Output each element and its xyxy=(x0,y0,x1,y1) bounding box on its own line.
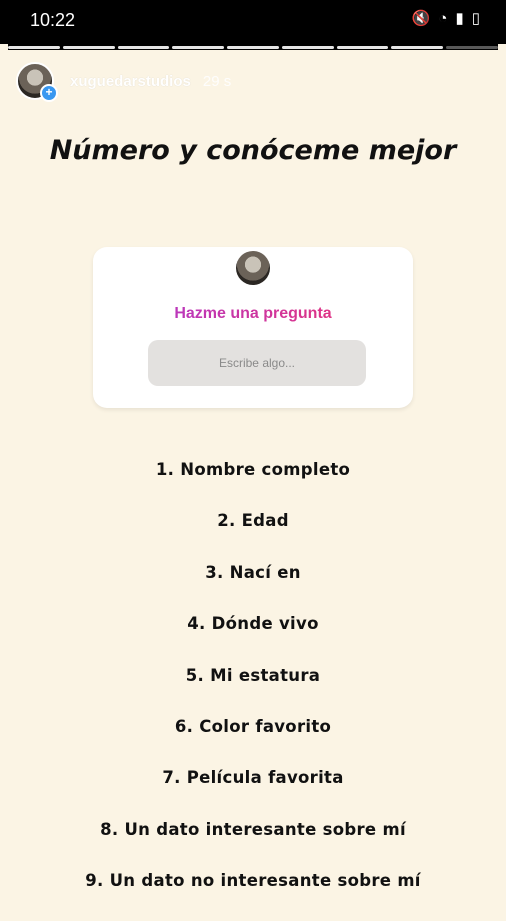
progress-segment xyxy=(8,46,60,49)
list-item: 4. Dónde vivo xyxy=(187,614,319,634)
list-item: 6. Color favorito xyxy=(174,716,332,736)
sticker-avatar xyxy=(236,251,270,285)
list-item: 9. Un dato no interesante sobre mí xyxy=(85,871,421,891)
status-icons: 🔇 ◔ ▮ ▯ xyxy=(412,10,480,28)
story-title: Número y conóceme mejor xyxy=(49,135,457,166)
list-item: 1. Nombre completo xyxy=(155,460,351,479)
list-item: 5. Mi estatura xyxy=(185,665,321,685)
clock: 10:22 xyxy=(30,10,76,30)
post-time: 29 s xyxy=(202,72,232,90)
list-item: 3. Nací en xyxy=(205,562,301,582)
status-bar: 10:22 🔇 ◔ ▮ ▯ xyxy=(0,0,506,44)
progress-segment-current xyxy=(446,46,499,49)
progress-segment xyxy=(62,46,115,49)
progress-segment xyxy=(281,46,334,49)
progress-segment xyxy=(227,46,279,49)
username[interactable]: xuguedarstudios xyxy=(70,73,191,90)
signal-icon: ▮ xyxy=(455,10,464,27)
progress-segment xyxy=(172,46,225,49)
battery-icon: ▯ xyxy=(471,10,480,27)
mute-icon: 🔇 xyxy=(411,10,431,27)
list-item: 8. Un dato interesante sobre mí xyxy=(100,819,406,839)
question-input[interactable] xyxy=(148,340,366,386)
question-sticker[interactable]: Hazme una pregunta xyxy=(93,247,413,408)
question-list: 1. Nombre completo 2. Edad 3. Nací en 4.… xyxy=(0,458,506,921)
progress-segment xyxy=(336,46,389,49)
avatar[interactable]: + xyxy=(16,62,58,102)
progress-segment xyxy=(117,46,170,49)
list-item: 7. Película favorita xyxy=(162,768,344,788)
story-progress xyxy=(8,46,499,49)
question-prompt: Hazme una pregunta xyxy=(93,305,413,323)
progress-segment xyxy=(391,46,444,49)
story-header[interactable]: + xuguedarstudios 29 s xyxy=(16,62,232,102)
add-story-icon[interactable]: + xyxy=(40,84,58,102)
wifi-icon: ◔ xyxy=(438,10,448,27)
list-item: 2. Edad xyxy=(217,511,289,531)
